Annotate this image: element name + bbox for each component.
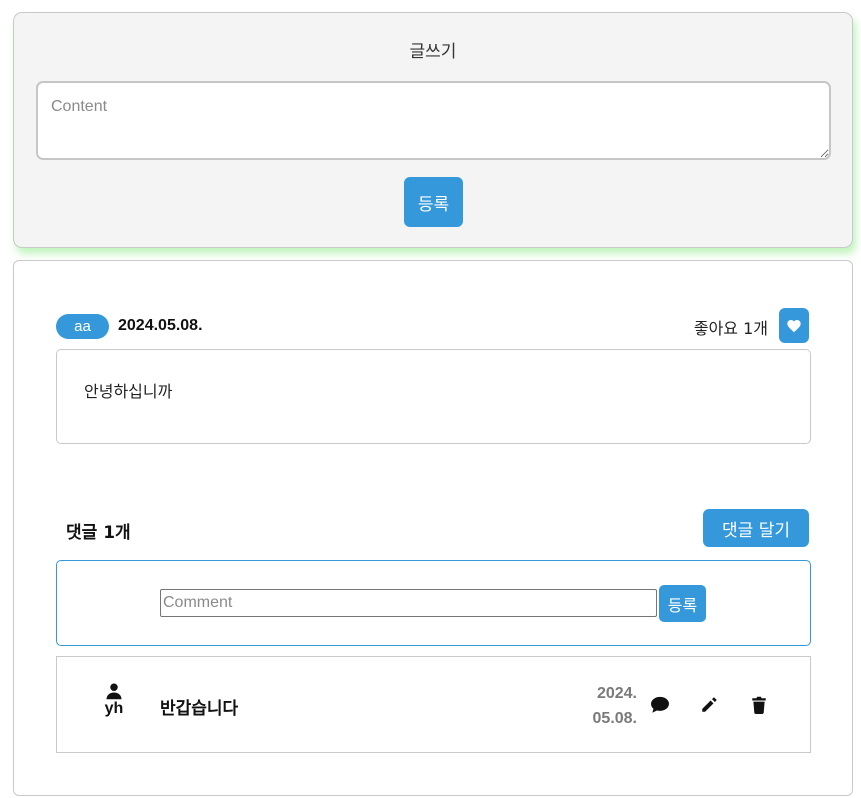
comment-date: 2024. 05.08.	[577, 681, 637, 731]
delete-button[interactable]	[748, 694, 770, 716]
comment-form: 등록	[56, 560, 811, 646]
edit-button[interactable]	[698, 694, 720, 716]
person-icon	[106, 683, 122, 700]
comment-input[interactable]	[160, 589, 657, 617]
author-badge[interactable]: aa	[56, 314, 109, 339]
heart-icon	[787, 319, 801, 332]
pencil-icon	[702, 697, 717, 712]
like-count: 좋아요 1개	[693, 319, 768, 338]
reply-button[interactable]	[649, 694, 671, 716]
commenter-name: yh	[104, 700, 124, 717]
like-button[interactable]	[779, 308, 809, 343]
add-comment-button[interactable]: 댓글 달기	[703, 509, 809, 547]
comment-text: 반갑습니다	[160, 699, 239, 719]
speech-bubble-icon	[651, 696, 669, 713]
comment-date-line2: 05.08.	[592, 710, 637, 727]
post-date: 2024.05.08.	[118, 317, 203, 334]
comment-date-line1: 2024.	[596, 685, 637, 702]
comment-item: yh 반갑습니다 2024. 05.08.	[56, 656, 811, 753]
submit-comment-button[interactable]: 등록	[659, 585, 706, 622]
post-card: aa 2024.05.08. 좋아요 1개 안녕하십니까 댓글 1개 댓글 달기…	[13, 260, 853, 796]
compose-card: 글쓰기 등록	[13, 12, 853, 248]
content-textarea[interactable]	[36, 81, 831, 160]
compose-title: 글쓰기	[409, 42, 457, 62]
commenter: yh	[100, 682, 128, 718]
comment-count: 댓글 1개	[66, 523, 131, 543]
post-content: 안녕하십니까	[56, 349, 811, 444]
submit-post-button[interactable]: 등록	[404, 177, 463, 227]
trash-icon	[752, 696, 766, 714]
